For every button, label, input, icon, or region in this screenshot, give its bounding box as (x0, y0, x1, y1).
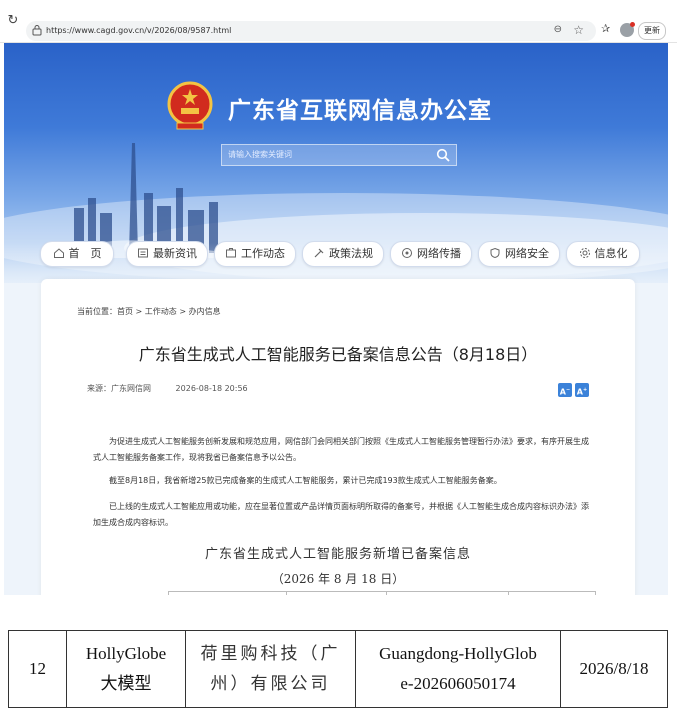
nav-item-label: 网络安全 (505, 247, 549, 260)
article-card: 当前位置：首页 > 工作动态 > 办内信息 广东省生成式人工智能服务已备案信息公… (41, 279, 635, 595)
favorites-icon[interactable]: ✰ (601, 22, 610, 35)
nav-item-label: 网络传播 (417, 247, 461, 260)
nav-item-label: 信息化 (594, 247, 628, 260)
table-divider (508, 591, 509, 595)
policy-icon (313, 247, 325, 259)
news-icon (137, 247, 149, 259)
nav-item-policies[interactable]: 政策法规 (302, 241, 384, 267)
lock-icon[interactable] (32, 24, 42, 36)
reload-icon[interactable]: ↻ (6, 14, 20, 28)
nav-item-network-broadcast[interactable]: 网络传播 (390, 241, 472, 267)
article-meta: 来源：广东网信网 2026-08-18 20:56 (87, 383, 248, 394)
nav-item-work-updates[interactable]: 工作动态 (214, 241, 296, 267)
font-decrease-button[interactable]: A− (558, 383, 572, 398)
table-row: 12 HollyGlobe 大模型 荷里购科技（广 州）有限公司 Guangdong… (8, 630, 668, 708)
table-divider (286, 591, 287, 595)
cell-company: 荷里购科技（广 州）有限公司 (185, 630, 356, 708)
breadcrumb-prefix: 当前位置： (77, 307, 117, 316)
nav-item-label: 政策法规 (329, 247, 373, 260)
row-index: 12 (29, 659, 46, 678)
table-divider (595, 591, 596, 595)
breadcrumb-item-work-updates[interactable]: 工作动态 (145, 307, 177, 316)
breadcrumb-separator: > (133, 307, 145, 316)
article-source: 来源：广东网信网 (87, 384, 151, 393)
update-button[interactable]: 更新 (638, 22, 666, 40)
cell-model-name: HollyGlobe 大模型 (66, 630, 186, 708)
site-search (221, 144, 457, 166)
table-divider (168, 591, 169, 595)
company-line1: 荷里购科技（广 (200, 644, 341, 664)
model-name-line1: HollyGlobe (85, 644, 167, 663)
cell-filing-number: Guangdong-HollyGlob e-202606050174 (355, 630, 561, 708)
filing-date: 2026/8/18 (579, 659, 649, 678)
profile-icon[interactable] (620, 22, 635, 37)
filing-no-line2: e-202606050174 (400, 674, 516, 693)
star-icon[interactable]: ☆ (573, 23, 584, 37)
shield-icon (489, 247, 501, 259)
article-date: 2026-08-18 20:56 (175, 384, 248, 393)
table-date: （2026 年 8 月 18 日） (271, 572, 405, 586)
font-increase-button[interactable]: A+ (575, 383, 589, 398)
breadcrumb: 当前位置：首页 > 工作动态 > 办内信息 (77, 306, 221, 317)
article-paragraph: 为促进生成式人工智能服务创新发展和规范应用，网信部门会同相关部门按照《生成式人工… (93, 437, 589, 462)
nav-item-latest-news[interactable]: 最新资讯 (126, 241, 208, 267)
table-heading: 广东省生成式人工智能服务新增已备案信息 (204, 547, 471, 562)
notification-dot (630, 22, 635, 27)
cell-date: 2026/8/18 (560, 630, 668, 708)
model-name-line2: 大模型 (100, 674, 152, 693)
url-text[interactable]: https://www.cagd.gov.cn/v/2026/08/9587.h… (46, 24, 231, 38)
font-size-controls: A− A+ (555, 380, 589, 399)
nav-item-label: 首 页 (68, 247, 102, 260)
browser-toolbar: ↻ https://www.cagd.gov.cn/v/2026/08/9587… (0, 0, 677, 43)
filing-no-line1: Guangdong-HollyGlob (379, 644, 537, 663)
nav-item-home[interactable]: 首 页 (40, 241, 114, 267)
table-divider (386, 591, 387, 595)
article-title: 广东省生成式人工智能服务已备案信息公告（8月18日） (138, 345, 538, 364)
site-title: 广东省互联网信息办公室 (228, 98, 492, 124)
nav-item-network-security[interactable]: 网络安全 (478, 241, 560, 267)
national-emblem-icon (167, 81, 213, 130)
address-bar[interactable]: https://www.cagd.gov.cn/v/2026/08/9587.h… (26, 21, 596, 41)
cell-index: 12 (8, 630, 67, 708)
article-paragraph: 已上线的生成式人工智能应用或功能，应在显著位置或产品详情页面标明所取得的备案号，… (93, 502, 589, 527)
broadcast-icon (401, 247, 413, 259)
nav-item-informatization[interactable]: 信息化 (566, 241, 640, 267)
work-icon (225, 247, 237, 259)
plus-icon: + (583, 387, 588, 394)
nav-item-label: 工作动态 (241, 247, 285, 260)
breadcrumb-separator: > (176, 307, 189, 316)
web-page: 广东省互联网信息办公室 首 页 最新资讯 工作动态 政策法规 网络传播 网络安全… (4, 43, 668, 595)
gear-icon (579, 247, 591, 259)
nav-item-label: 最新资讯 (153, 247, 197, 260)
breadcrumb-item-office-info[interactable]: 办内信息 (189, 307, 221, 316)
minus-icon: − (566, 387, 571, 394)
search-icon[interactable] (436, 148, 450, 162)
home-icon (53, 247, 65, 259)
breadcrumb-item-home[interactable]: 首页 (117, 307, 133, 316)
filing-table-zoom: 12 HollyGlobe 大模型 荷里购科技（广 州）有限公司 Guangdong… (8, 630, 668, 708)
zoom-icon[interactable]: ⊖ (554, 24, 562, 35)
article-paragraph: 截至8月18日，我省新增25款已完成备案的生成式人工智能服务，累计已完成193款… (109, 476, 502, 485)
table-top-edge (168, 591, 596, 595)
main-nav: 首 页 最新资讯 工作动态 政策法规 网络传播 网络安全 信息化 (38, 241, 640, 267)
filing-table: 12 HollyGlobe 大模型 荷里购科技（广 州）有限公司 Guangdong… (8, 630, 668, 708)
company-line2: 州）有限公司 (210, 674, 331, 694)
search-input[interactable] (228, 147, 423, 162)
